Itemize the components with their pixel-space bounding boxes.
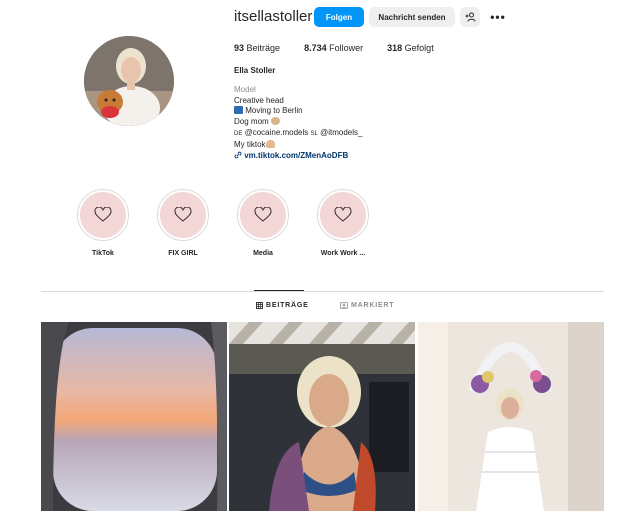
- heart-icon: [254, 207, 272, 222]
- tab-tagged[interactable]: MARKIERT: [340, 302, 394, 309]
- bio-line-moving: Moving to Berlin: [234, 106, 362, 117]
- highlight-label: Work Work ...: [320, 250, 366, 257]
- following-label: Gefolgt: [404, 43, 434, 53]
- airplane-window-photo: [41, 322, 227, 511]
- highlight-label: Media: [253, 250, 273, 257]
- bio-line-creative: Creative head: [234, 95, 284, 105]
- bio-line-agencies: DE @cocaine.models SL @itmodels_: [234, 128, 362, 140]
- posts-stat: 93 Beiträge: [234, 43, 280, 53]
- bio-line-dogmom-text: Dog mom: [234, 117, 269, 127]
- highlight-label: FIX GIRL: [168, 250, 198, 257]
- bio-line-dogmom: Dog mom: [234, 117, 362, 128]
- active-tab-indicator: [254, 290, 304, 291]
- tab-tagged-label: MARKIERT: [351, 302, 395, 309]
- tab-posts-label: BEITRÄGE: [266, 302, 309, 309]
- heart-icon: [174, 207, 192, 222]
- posts-grid: [41, 322, 604, 511]
- more-options-icon: •••: [490, 10, 506, 24]
- profile-bio: Ella Stoller Model Creative head Moving …: [234, 66, 362, 161]
- flower-arch-photo: [418, 322, 604, 511]
- portrait-photo: [229, 322, 415, 511]
- following-stat[interactable]: 318 Gefolgt: [387, 43, 434, 53]
- link-icon: [234, 151, 242, 158]
- profile-username: itsellastoller: [234, 8, 313, 25]
- suggest-similar-button[interactable]: [460, 7, 480, 27]
- bio-line-moving-text: Moving to Berlin: [245, 106, 303, 116]
- heart-icon: [334, 207, 352, 222]
- posts-count: 93: [234, 43, 245, 53]
- tab-posts[interactable]: BEITRÄGE: [256, 302, 309, 309]
- send-message-button[interactable]: Nachricht senden: [369, 7, 455, 27]
- agency-mention-1[interactable]: @cocaine.models: [245, 128, 309, 137]
- more-options-button[interactable]: •••: [488, 7, 508, 27]
- highlight-item[interactable]: FIX GIRL: [143, 189, 223, 257]
- highlight-item[interactable]: Media: [223, 189, 303, 257]
- heart-icon: [94, 207, 112, 222]
- country-code-sl: SL: [310, 130, 318, 137]
- grid-icon: [256, 302, 263, 309]
- tagged-person-icon: [340, 302, 348, 309]
- followers-count: 8.734: [304, 43, 327, 53]
- follow-button[interactable]: Folgen: [314, 7, 364, 27]
- post-thumbnail[interactable]: [41, 322, 227, 511]
- bio-link-row: vm.tiktok.com/ZMenAoDFB: [234, 151, 362, 162]
- agency-mention-2[interactable]: @itmodels_: [320, 128, 362, 137]
- avatar-image: [84, 36, 174, 126]
- posts-label: Beiträge: [246, 43, 281, 53]
- profile-full-name: Ella Stoller: [234, 66, 276, 75]
- highlight-item[interactable]: TikTok: [63, 189, 143, 257]
- following-count: 318: [387, 43, 403, 53]
- highlight-label: TikTok: [92, 250, 114, 257]
- highlight-ring: [157, 189, 209, 241]
- bio-line-tiktok-text: My tiktok: [234, 139, 266, 149]
- post-thumbnail[interactable]: [229, 322, 415, 511]
- bio-line-tiktok: My tiktok: [234, 139, 362, 151]
- dog-emoji-icon: [270, 117, 280, 126]
- followers-label: Follower: [329, 43, 364, 53]
- highlight-ring: [317, 189, 369, 241]
- highlight-ring: [77, 189, 129, 241]
- profile-category: Model: [234, 84, 256, 94]
- bio-link[interactable]: vm.tiktok.com/ZMenAoDFB: [244, 151, 348, 160]
- highlight-item[interactable]: Work Work ...: [303, 189, 383, 257]
- profile-stats: 93 Beiträge 8.734 Follower 318 Gefolgt: [234, 43, 458, 53]
- tabs-divider: [41, 291, 604, 292]
- followers-stat[interactable]: 8.734 Follower: [304, 43, 363, 53]
- add-person-icon: [465, 12, 475, 22]
- post-thumbnail[interactable]: [418, 322, 604, 511]
- story-highlights: TikTok FIX GIRL Media Work Work ...: [63, 189, 383, 257]
- flag-emoji-icon: [234, 106, 243, 115]
- highlight-ring: [237, 189, 289, 241]
- country-code-de: DE: [234, 130, 243, 137]
- profile-avatar[interactable]: [84, 36, 174, 126]
- pointing-down-emoji-icon: [265, 139, 275, 148]
